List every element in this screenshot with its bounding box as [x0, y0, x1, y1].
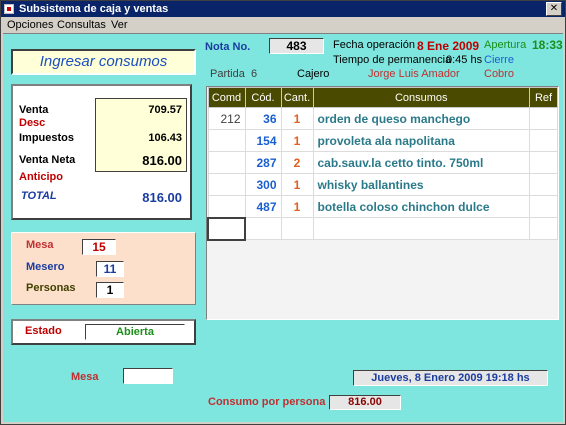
personas-field[interactable]: 1 — [96, 282, 124, 298]
heading-box: Ingresar consumos — [11, 49, 196, 75]
menu-consultas[interactable]: Consultas — [57, 19, 106, 31]
table-row[interactable]: 487 1 botella coloso chinchon dulce — [207, 195, 558, 218]
cierre-label: Cierre — [484, 54, 514, 66]
table-row[interactable]: 287 2 cab.sauv.la cetto tinto. 750ml — [207, 151, 558, 174]
cell-cod[interactable]: 154 — [244, 129, 282, 152]
cell-comd[interactable] — [207, 173, 246, 196]
cell-consumo[interactable]: botella coloso chinchon dulce — [312, 195, 530, 218]
title-bar[interactable]: Subsistema de caja y ventas ✕ — [1, 1, 565, 17]
estado-panel: Estado Abierta — [11, 319, 196, 345]
app-icon — [4, 4, 14, 14]
cell-cod[interactable]: 287 — [244, 151, 282, 174]
venta-value: 709.57 — [148, 104, 182, 116]
consumos-grid[interactable]: Comd Cód. Cant. Consumos Ref 212 36 1 or… — [206, 86, 559, 320]
cell-consumo[interactable]: provoleta ala napolitana — [312, 129, 530, 152]
venta-neta-value: 816.00 — [142, 153, 182, 168]
cell-cant[interactable]: 1 — [280, 107, 314, 130]
fecha-value: 8 Ene 2009 — [417, 39, 480, 53]
cell-cod[interactable]: 300 — [244, 173, 282, 196]
menu-ver[interactable]: Ver — [111, 19, 128, 31]
impuestos-value: 106.43 — [148, 132, 182, 144]
cell-cant[interactable]: 2 — [280, 151, 314, 174]
main-panel: Ingresar consumos Nota No. 483 Fecha ope… — [3, 33, 563, 422]
table-row[interactable]: 154 1 provoleta ala napolitana — [207, 129, 558, 152]
cell-cod[interactable]: 487 — [244, 195, 282, 218]
cell-ref[interactable] — [529, 107, 558, 130]
cell-ref[interactable] — [529, 173, 558, 196]
cell-cod[interactable] — [244, 217, 282, 240]
cell-comd[interactable] — [207, 151, 246, 174]
window-title: Subsistema de caja y ventas — [19, 3, 169, 15]
apertura-label: Apertura — [484, 39, 527, 51]
permanencia-value: 0:45 hs — [446, 54, 483, 66]
page-title: Ingresar consumos — [39, 53, 168, 70]
datetime-display: Jueves, 8 Enero 2009 19:18 hs — [353, 370, 548, 386]
cell-consumo[interactable]: orden de queso manchego — [312, 107, 530, 130]
estado-status: Abierta — [85, 324, 185, 340]
cell-consumo[interactable] — [312, 217, 530, 240]
cell-cant[interactable]: 1 — [280, 195, 314, 218]
partida-label: Partida — [210, 68, 245, 80]
col-header-comd[interactable]: Comd — [207, 87, 246, 108]
cell-comd[interactable] — [207, 195, 246, 218]
cell-ref[interactable] — [529, 217, 558, 240]
col-header-cant[interactable]: Cant. — [280, 87, 314, 108]
consumo-por-persona-label: Consumo por persona — [208, 396, 326, 408]
table-row[interactable]: 300 1 whisky ballantines — [207, 173, 558, 196]
col-header-cod[interactable]: Cód. — [244, 87, 282, 108]
cell-cant[interactable]: 1 — [280, 173, 314, 196]
nota-number: 483 — [269, 38, 324, 54]
col-header-consumos[interactable]: Consumos — [312, 87, 530, 108]
cajero-value: Jorge Luis Amador — [368, 68, 460, 80]
total-label: TOTAL — [21, 190, 57, 202]
table-row-new[interactable] — [207, 216, 558, 241]
cell-cant[interactable]: 1 — [280, 129, 314, 152]
mesa-field[interactable]: 15 — [82, 239, 116, 255]
consumo-por-persona-value: 816.00 — [329, 395, 401, 410]
mesero-label: Mesero — [26, 261, 65, 273]
venta-label: Venta — [19, 104, 49, 116]
apertura-value: 18:33 — [532, 38, 563, 52]
impuestos-label: Impuestos — [19, 132, 75, 144]
cell-comd[interactable] — [207, 129, 246, 152]
mesa-label: Mesa — [26, 239, 54, 251]
mesa-panel: Mesa 15 Mesero 11 Personas 1 — [11, 232, 196, 305]
col-header-ref[interactable]: Ref — [529, 87, 558, 108]
personas-label: Personas — [26, 282, 76, 294]
footer-mesa-input[interactable] — [123, 368, 173, 384]
footer-mesa-label: Mesa — [71, 371, 99, 383]
cell-consumo[interactable]: cab.sauv.la cetto tinto. 750ml — [312, 151, 530, 174]
cell-ref[interactable] — [529, 129, 558, 152]
cajero-label: Cajero — [297, 68, 330, 80]
desc-label: Desc — [19, 117, 46, 129]
venta-neta-label: Venta Neta — [19, 154, 76, 166]
active-cell[interactable] — [207, 216, 246, 241]
cobro-label: Cobro — [484, 68, 514, 80]
cell-cod[interactable]: 36 — [244, 107, 282, 130]
menu-opciones[interactable]: Opciones — [7, 19, 53, 31]
menu-bar: Opciones Consultas Ver — [1, 17, 565, 33]
totals-panel: Venta 709.57 Desc Impuestos 106.43 Venta… — [11, 84, 192, 220]
cell-ref[interactable] — [529, 151, 558, 174]
fecha-label: Fecha operación — [333, 39, 415, 51]
mesero-field[interactable]: 11 — [96, 261, 124, 277]
cell-comd[interactable]: 212 — [207, 107, 246, 130]
partida-value: 6 — [251, 68, 258, 80]
anticipo-label: Anticipo — [19, 171, 63, 183]
nota-label: Nota No. — [205, 41, 251, 53]
table-row[interactable]: 212 36 1 orden de queso manchego — [207, 107, 558, 130]
cell-cant[interactable] — [280, 217, 314, 240]
permanencia-label: Tiempo de permanencia — [333, 54, 452, 66]
estado-label: Estado — [25, 325, 62, 337]
total-value: 816.00 — [142, 190, 182, 205]
cell-consumo[interactable]: whisky ballantines — [312, 173, 530, 196]
app-window: Subsistema de caja y ventas ✕ Opciones C… — [0, 0, 566, 425]
cell-ref[interactable] — [529, 195, 558, 218]
close-button[interactable]: ✕ — [546, 2, 562, 16]
